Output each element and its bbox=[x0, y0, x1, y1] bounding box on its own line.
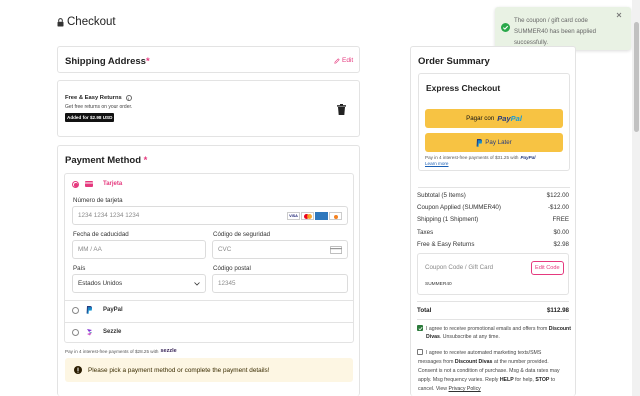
card-icon bbox=[85, 181, 93, 187]
paypal-icon bbox=[86, 306, 92, 314]
warning-text: Please pick a payment method or complete… bbox=[88, 366, 270, 374]
edit-shipping-button[interactable]: Edit bbox=[334, 57, 353, 64]
tarjeta-radio[interactable] bbox=[72, 181, 79, 188]
pencil-icon bbox=[334, 57, 340, 64]
amex-icon bbox=[315, 211, 328, 220]
scrollbar-track[interactable] bbox=[632, 0, 640, 396]
postal-label: Código postal bbox=[213, 265, 251, 272]
summary-row: Coupon Applied (SUMMER40) -$12.00 bbox=[417, 204, 569, 211]
order-summary-title: Order Summary bbox=[418, 56, 490, 67]
returns-title: Free & Easy Returns i bbox=[65, 95, 132, 101]
returns-description: Get free returns on your order. bbox=[65, 104, 133, 110]
promo-email-checkbox[interactable] bbox=[417, 325, 423, 331]
sezzle-logo: sezzle bbox=[160, 348, 177, 354]
check-icon bbox=[418, 326, 423, 330]
returns-card: Free & Easy Returns i Get free returns o… bbox=[57, 80, 360, 137]
summary-row: Free & Easy Returns $2.98 bbox=[417, 241, 569, 248]
page-header: Checkout bbox=[57, 16, 116, 28]
card-number-label: Número de tarjeta bbox=[73, 197, 123, 204]
warning-icon bbox=[74, 366, 82, 374]
close-icon[interactable] bbox=[616, 12, 622, 18]
paypal-logo: PayPal bbox=[497, 114, 522, 123]
cvc-card-icon bbox=[330, 245, 342, 254]
promo-email-consent-text: I agree to receive promotional emails an… bbox=[426, 326, 571, 340]
summary-row: Shipping (1 Shipment) FREE bbox=[417, 216, 569, 223]
total-row: Total $112.98 bbox=[417, 307, 569, 314]
lock-icon bbox=[57, 17, 64, 26]
scrollbar-thumb[interactable] bbox=[634, 22, 639, 132]
cvc-input[interactable]: CVC bbox=[212, 240, 348, 259]
card-number-input[interactable]: 1234 1234 1234 1234 VISA bbox=[72, 206, 348, 225]
paypal-radio[interactable] bbox=[72, 307, 79, 314]
paylater-button[interactable]: Pay Later bbox=[425, 133, 563, 152]
mastercard-icon bbox=[301, 211, 314, 220]
payment-options: Tarjeta Número de tarjeta 1234 1234 1234… bbox=[64, 173, 354, 343]
sezzle-option-label: Sezzle bbox=[103, 329, 122, 335]
divider bbox=[65, 300, 353, 301]
shipping-address-card: Shipping Address* Edit bbox=[57, 46, 360, 73]
sezzle-icon bbox=[87, 329, 92, 336]
learn-more-link[interactable]: Learn more bbox=[425, 161, 449, 166]
success-toast: The coupon / gift card code SUMMER40 has… bbox=[495, 7, 631, 50]
discover-icon bbox=[329, 211, 342, 220]
divider bbox=[418, 187, 570, 188]
trash-icon[interactable] bbox=[337, 104, 346, 115]
cvc-label: Código de seguridad bbox=[213, 231, 271, 238]
paypal-checkout-button[interactable]: Pagar con PayPal bbox=[425, 109, 563, 128]
country-label: País bbox=[73, 265, 86, 272]
postal-input[interactable]: 12345 bbox=[212, 274, 348, 293]
expiry-label: Fecha de caducidad bbox=[73, 231, 129, 238]
divider bbox=[417, 319, 569, 320]
tarjeta-label: Tarjeta bbox=[103, 181, 123, 187]
edit-code-button[interactable]: Edit Code bbox=[531, 261, 564, 275]
coupon-box: Coupon Code / Gift Card Edit Code SUMMER… bbox=[417, 253, 569, 295]
summary-row: Taxes $0.00 bbox=[417, 229, 569, 236]
divider bbox=[65, 322, 353, 323]
divider bbox=[417, 301, 569, 302]
returns-added-badge: Added for $2.98 USD bbox=[65, 113, 115, 122]
chevron-down-icon bbox=[194, 281, 200, 286]
sezzle-radio[interactable] bbox=[72, 329, 79, 336]
sms-consent-text: I agree to receive automated marketing t… bbox=[418, 350, 560, 392]
express-title: Express Checkout bbox=[426, 83, 501, 93]
paypal-option-label: PayPal bbox=[103, 307, 123, 313]
check-circle-icon bbox=[501, 23, 510, 32]
paypal-p-icon bbox=[476, 138, 483, 147]
shipping-title: Shipping Address* bbox=[65, 56, 150, 67]
applied-coupon-code: SUMMER40 bbox=[425, 282, 452, 287]
info-icon[interactable]: i bbox=[125, 95, 132, 101]
paylater-note: Pay in 4 interest-free payments of $31.2… bbox=[425, 155, 536, 160]
summary-row: Subtotal (5 Items) $122.00 bbox=[417, 192, 569, 199]
express-checkout-panel: Express Checkout Pagar con PayPal Pay La… bbox=[418, 73, 570, 171]
visa-icon: VISA bbox=[287, 211, 300, 220]
page-title: Checkout bbox=[67, 16, 116, 28]
payment-warning: Please pick a payment method or complete… bbox=[65, 358, 353, 382]
country-select[interactable]: Estados Unidos bbox=[72, 274, 206, 293]
payment-title: Payment Method * bbox=[65, 155, 148, 166]
sezzle-note: Pay in 4 interest-free payments of $28.2… bbox=[65, 348, 177, 354]
privacy-policy-link[interactable]: Privacy Policy bbox=[448, 386, 480, 392]
coupon-input[interactable]: Coupon Code / Gift Card bbox=[425, 264, 493, 271]
toast-message: The coupon / gift card code SUMMER40 has… bbox=[514, 17, 596, 46]
expiry-input[interactable]: MM / AA bbox=[72, 240, 206, 259]
payment-method-card: Payment Method * Tarjeta Número de tarje… bbox=[57, 145, 360, 396]
